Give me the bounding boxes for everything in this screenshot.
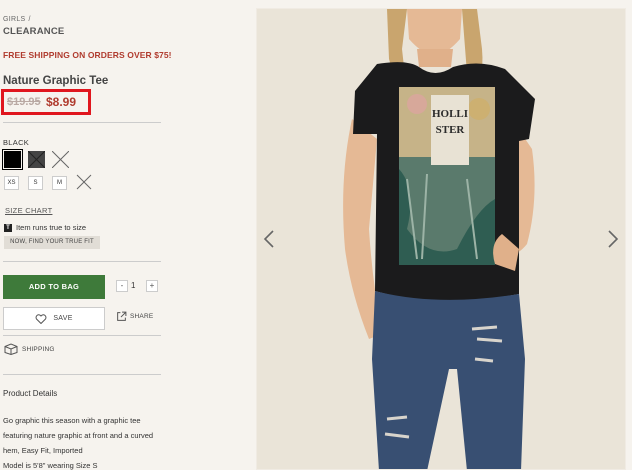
free-shipping-promo: FREE SHIPPING ON ORDERS OVER $75! [3,50,172,60]
divider [3,122,161,123]
breadcrumb-girls[interactable]: GIRLS [3,16,26,23]
size-m[interactable]: M [52,176,67,190]
sale-price: $8.99 [46,95,77,109]
price-highlight-box: $19.95 $8.99 [1,89,91,115]
size-unavailable[interactable] [76,174,92,190]
color-label: BLACK [3,138,30,147]
divider [3,374,161,375]
product-details-description: Go graphic this season with a graphic te… [3,416,154,455]
prev-image-arrow-icon[interactable] [263,229,275,249]
find-true-fit-button[interactable]: NOW, FIND YOUR TRUE FIT [4,236,100,249]
shipping-link[interactable]: SHIPPING [4,343,55,355]
breadcrumb: GIRLS / [3,16,31,23]
original-price: $19.95 [7,96,41,108]
product-info-panel: GIRLS / CLEARANCE FREE SHIPPING ON ORDERS… [0,0,250,470]
share-button[interactable]: SHARE [116,311,153,322]
swatch-light[interactable] [52,151,69,168]
product-details-title: Product Details [3,389,58,398]
product-details-model: Model is 5'8" wearing Size S [3,461,98,470]
unavailable-x-icon [52,151,69,168]
quantity-increment[interactable]: + [146,280,158,292]
next-image-arrow-icon[interactable] [607,229,619,249]
fit-note: T Item runs true to size [4,223,86,232]
divider [3,335,161,336]
quantity-decrement[interactable]: - [116,280,128,292]
size-s[interactable]: S [28,176,43,190]
product-image-gallery[interactable]: HOLLI STER [256,8,626,470]
shirt-text-1: HOLLI [432,108,468,120]
divider [3,261,161,262]
fit-note-text: Item runs true to size [16,223,87,232]
product-photo: HOLLI STER [343,9,535,469]
add-to-bag-button[interactable]: ADD TO BAG [3,275,105,299]
size-xs[interactable]: XS [4,176,19,190]
breadcrumb-current[interactable]: CLEARANCE [3,26,64,37]
save-button[interactable]: SAVE [3,307,105,330]
shipping-label: SHIPPING [22,345,55,353]
true-fit-icon: T [4,223,12,232]
product-title: Nature Graphic Tee [3,75,109,87]
save-label: SAVE [53,315,73,322]
share-icon [117,311,127,321]
quantity-value[interactable]: 1 [131,281,135,290]
swatch-dark-print[interactable] [28,151,45,168]
unavailable-x-icon [28,151,45,168]
share-label: SHARE [130,313,154,320]
size-chart-link[interactable]: SIZE CHART [5,206,52,215]
unavailable-x-icon [76,174,92,190]
box-icon [4,343,18,355]
swatch-black[interactable] [2,149,23,170]
heart-icon [35,313,47,324]
shirt-text-2: STER [436,124,466,136]
product-details-text: Go graphic this season with a graphic te… [3,413,168,470]
breadcrumb-separator: / [28,16,31,23]
